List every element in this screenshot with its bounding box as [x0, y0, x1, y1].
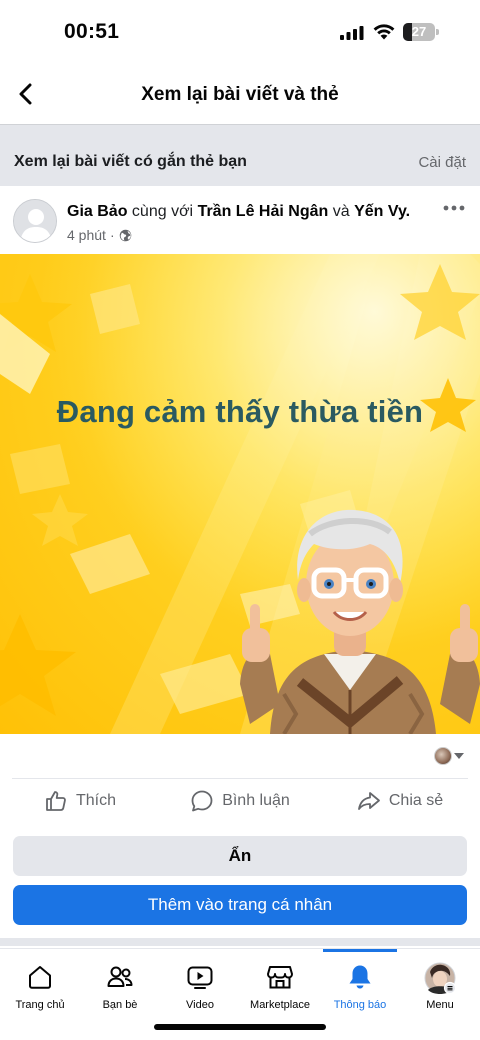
wifi-icon [373, 24, 395, 40]
nav-header: Xem lại bài viết và thẻ [0, 62, 480, 124]
default-avatar-icon [14, 200, 56, 242]
post-image[interactable]: Đang cảm thấy thừa tiền [0, 254, 480, 734]
friends-icon [107, 966, 133, 987]
page-title: Xem lại bài viết và thẻ [141, 84, 339, 105]
status-bar: 00:51 27 [0, 0, 480, 62]
home-icon [29, 966, 51, 989]
like-label: Thích [75, 792, 116, 809]
author-name[interactable]: Gia Bảo [67, 203, 127, 220]
tab-label-menu: Menu [426, 999, 454, 1011]
tagged-person-2[interactable]: Yến Vy. [354, 203, 410, 220]
hide-button[interactable]: Ẩn [13, 836, 467, 876]
meta-separator: · [109, 227, 115, 243]
tab-friends[interactable]: Bạn bè [80, 949, 160, 1019]
status-time: 00:51 [64, 20, 120, 43]
battery-icon: 27 [403, 23, 439, 41]
tab-label-video: Video [186, 999, 214, 1011]
marketplace-icon [267, 966, 293, 989]
comment-label: Bình luận [222, 792, 290, 809]
comment-button[interactable]: Bình luận [160, 779, 320, 823]
post-image-text: Đang cảm thấy thừa tiền [56, 394, 424, 429]
post-author-line: Gia Bảo cùng với Trần Lê Hải Ngân và Yến… [67, 203, 410, 221]
post-action-bar: Thích Bình luận Chia sẻ [0, 779, 480, 823]
post-as-selector[interactable] [434, 746, 464, 766]
home-indicator [154, 1024, 326, 1030]
caret-down-icon [454, 753, 464, 759]
thumbs-up-icon [46, 791, 66, 811]
tab-label-friends: Bạn bè [102, 999, 138, 1011]
tab-menu[interactable]: Menu [400, 949, 480, 1019]
tab-label-home: Trang chủ [15, 999, 65, 1011]
tab-label-notifications: Thông báo [333, 999, 387, 1011]
post-header: Gia Bảo cùng với Trần Lê Hải Ngân và Yến… [0, 186, 480, 254]
tab-notifications[interactable]: Thông báo [320, 949, 400, 1019]
section-header: Xem lại bài viết có gắn thẻ bạn Cài đặt [0, 124, 480, 186]
battery-level: 27 [411, 24, 427, 39]
video-icon [187, 966, 213, 989]
post-meta: 4 phút · [67, 227, 132, 243]
tab-video[interactable]: Video [160, 949, 240, 1019]
viewer-avatar [434, 747, 452, 765]
bell-icon [349, 965, 371, 989]
tagged-person-1[interactable]: Trần Lê Hải Ngân [198, 203, 329, 220]
share-arrow-icon [357, 792, 380, 810]
globe-icon [119, 229, 131, 241]
more-options-button[interactable] [442, 200, 466, 216]
profile-avatar-icon [424, 962, 456, 994]
section-separator [0, 938, 480, 946]
section-title: Xem lại bài viết có gắn thẻ bạn [14, 153, 247, 170]
post-time[interactable]: 4 phút [67, 227, 106, 243]
cellular-signal-icon [340, 26, 364, 40]
more-horizontal-icon [443, 205, 465, 211]
with-text: cùng với [131, 203, 194, 220]
and-text: và [332, 203, 350, 220]
tab-home[interactable]: Trang chủ [0, 949, 80, 1019]
comment-bubble-icon [191, 790, 213, 812]
reaction-row [0, 734, 480, 778]
settings-link[interactable]: Cài đặt [418, 154, 466, 171]
share-button[interactable]: Chia sẻ [320, 779, 480, 823]
tab-marketplace[interactable]: Marketplace [240, 949, 320, 1019]
avatar-character-thumbs-up-illustration [240, 509, 480, 734]
author-avatar[interactable] [13, 199, 57, 243]
share-label: Chia sẻ [388, 792, 444, 809]
like-button[interactable]: Thích [0, 779, 160, 823]
add-to-profile-button[interactable]: Thêm vào trang cá nhân [13, 885, 467, 925]
tab-label-marketplace: Marketplace [250, 999, 310, 1011]
